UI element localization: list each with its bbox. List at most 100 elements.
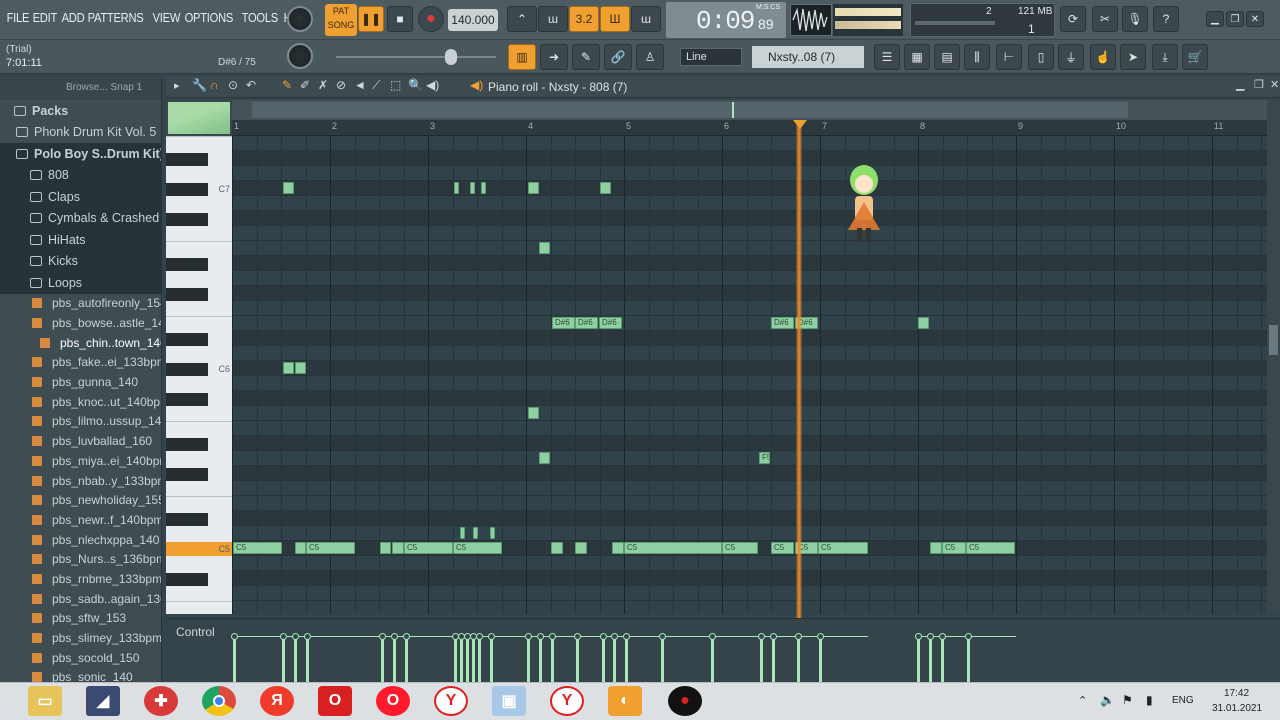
piano-roll-button[interactable]: ▥ xyxy=(508,44,536,70)
velocity-bar[interactable] xyxy=(917,636,920,682)
piano-roll-note[interactable] xyxy=(600,182,611,194)
mixer-view-button[interactable]: ⫼ xyxy=(964,44,990,70)
velocity-bar[interactable] xyxy=(233,636,236,682)
note-grid[interactable]: D#6D#6D#6D#6D#6F5C5C5C5C5C5C5C5C5C5C5C5 xyxy=(232,136,1267,614)
master-volume-knob[interactable] xyxy=(287,6,313,32)
piano-roll-note[interactable] xyxy=(473,527,478,539)
velocity-bar[interactable] xyxy=(551,636,554,682)
velocity-bar[interactable] xyxy=(613,636,616,682)
browser-folder[interactable]: Kicks xyxy=(0,250,161,272)
browser-file[interactable]: pbs_gunna_140 xyxy=(0,372,161,392)
time-display[interactable]: 0:09 89 M:S:CS xyxy=(666,2,786,38)
velocity-handle[interactable] xyxy=(391,633,398,640)
piano-roll-note[interactable] xyxy=(575,542,587,554)
piano-roll-note[interactable] xyxy=(283,362,294,374)
piano-roll-note[interactable]: C5 xyxy=(722,542,758,554)
wrench-icon[interactable]: 🔧 xyxy=(192,78,207,92)
browser-folder[interactable]: Cymbals & Crashed xyxy=(0,207,161,229)
velocity-bar[interactable] xyxy=(393,636,396,682)
piano-roll-note[interactable] xyxy=(295,362,306,374)
browser-file[interactable]: pbs_lilmo..ussup_147 xyxy=(0,412,161,432)
chrome-taskbar-icon[interactable] xyxy=(202,686,236,716)
stamp-button[interactable]: ♙ xyxy=(636,44,664,70)
menu-add[interactable]: ADD xyxy=(59,10,87,25)
velocity-handle[interactable] xyxy=(476,633,483,640)
control-label[interactable]: Control xyxy=(176,625,215,639)
piano-roll-note[interactable]: D#6 xyxy=(575,317,598,329)
tags-button[interactable]: ➤ xyxy=(1120,44,1146,70)
velocity-bar[interactable] xyxy=(967,636,970,682)
piano-roll-note[interactable]: C5 xyxy=(818,542,868,554)
piano-roll-note[interactable] xyxy=(528,407,539,419)
browser-file[interactable]: pbs_rnbme_133bpm xyxy=(0,569,161,589)
metronome-button[interactable]: ⌃ xyxy=(507,6,537,32)
tempo-display[interactable]: 140.000 xyxy=(448,9,498,31)
language-indicator[interactable]: ENG xyxy=(1172,695,1194,706)
black-key[interactable] xyxy=(166,258,208,271)
network-taskbar-icon[interactable]: ▣ xyxy=(492,686,526,716)
velocity-bar[interactable] xyxy=(294,636,297,682)
restore-button[interactable]: ❐ xyxy=(1226,11,1244,27)
black-key[interactable] xyxy=(166,153,208,166)
event-editor[interactable] xyxy=(166,618,1280,682)
velocity-bar[interactable] xyxy=(772,636,775,682)
velocity-handle[interactable] xyxy=(770,633,777,640)
pitch-slider-handle[interactable] xyxy=(445,49,457,65)
project-button[interactable]: ▯ xyxy=(1028,44,1054,70)
magnet-icon[interactable]: ∩ xyxy=(210,78,219,92)
browser-file[interactable]: pbs_autofireonly_154 xyxy=(0,294,161,314)
browser-folder[interactable]: Packs xyxy=(0,100,161,122)
piano-roll-note[interactable]: C5 xyxy=(306,542,355,554)
undo-icon[interactable]: ↶ xyxy=(246,78,256,92)
piano-roll-note[interactable] xyxy=(539,242,550,254)
velocity-handle[interactable] xyxy=(795,633,802,640)
clock-date[interactable]: 31.01.2021 xyxy=(1212,703,1262,714)
timeline-overview[interactable] xyxy=(232,100,1267,120)
speaker-icon[interactable]: ◄ xyxy=(354,78,366,92)
touch-button[interactable]: ☝ xyxy=(1090,44,1116,70)
browser-file[interactable]: pbs_sonic_140 xyxy=(0,668,161,682)
close-button[interactable]: ✕ xyxy=(1246,11,1264,27)
piano-roll-note[interactable]: D#6 xyxy=(552,317,575,329)
piano-roll-note[interactable]: D#6 xyxy=(771,317,794,329)
velocity-bar[interactable] xyxy=(760,636,763,682)
black-key[interactable] xyxy=(166,438,208,451)
browser-file[interactable]: pbs_chin..town_140 xyxy=(0,333,161,353)
velocity-bar[interactable] xyxy=(625,636,628,682)
brush-tool-icon[interactable]: ✐ xyxy=(300,78,310,92)
velocity-handle[interactable] xyxy=(817,633,824,640)
piano-roll-note[interactable]: C5 xyxy=(942,542,966,554)
black-key[interactable] xyxy=(166,573,208,586)
mixer-button[interactable]: ☰ xyxy=(874,44,900,70)
master-pitch-knob[interactable] xyxy=(287,43,313,69)
pr-arrow-icon[interactable]: ▸ xyxy=(174,79,180,92)
velocity-handle[interactable] xyxy=(304,633,311,640)
black-key[interactable] xyxy=(166,333,208,346)
browser-folder[interactable]: Claps xyxy=(0,186,161,208)
play-circle-icon[interactable]: ⊙ xyxy=(228,78,238,92)
pr-close-icon[interactable]: ✕ xyxy=(1270,78,1279,91)
browser-folder[interactable]: Polo Boy S..Drum Kit) xyxy=(0,143,161,165)
piano-roll-note[interactable] xyxy=(612,542,624,554)
slice-tool-icon[interactable]: ⟋ xyxy=(372,78,380,93)
black-key[interactable] xyxy=(166,183,208,196)
channel-selector[interactable]: Nxsty..08 (7) xyxy=(752,46,864,68)
yandex-browser-taskbar-icon[interactable]: Y xyxy=(434,686,468,716)
browser-file[interactable]: pbs_sftw_153 xyxy=(0,609,161,629)
snap-mode-select[interactable]: Line xyxy=(680,48,742,66)
velocity-bar[interactable] xyxy=(478,636,481,682)
velocity-bar[interactable] xyxy=(466,636,469,682)
piano-roll-note[interactable] xyxy=(481,182,486,194)
pr-minimize-icon[interactable]: ▁ xyxy=(1236,78,1244,91)
browser-file[interactable]: pbs_bowse..astle_148 xyxy=(0,313,161,333)
velocity-bar[interactable] xyxy=(576,636,579,682)
menu-options[interactable]: OPTIONS xyxy=(182,10,236,25)
piano-roll-note[interactable] xyxy=(295,542,306,554)
browser-file[interactable]: pbs_socold_150 xyxy=(0,648,161,668)
browser-file[interactable]: pbs_luvballad_160 xyxy=(0,431,161,451)
master-pitch-slider[interactable] xyxy=(336,56,496,58)
pause-button[interactable]: ❚❚ xyxy=(358,6,384,32)
velocity-handle[interactable] xyxy=(525,633,532,640)
velocity-handle[interactable] xyxy=(231,633,238,640)
velocity-handle[interactable] xyxy=(927,633,934,640)
